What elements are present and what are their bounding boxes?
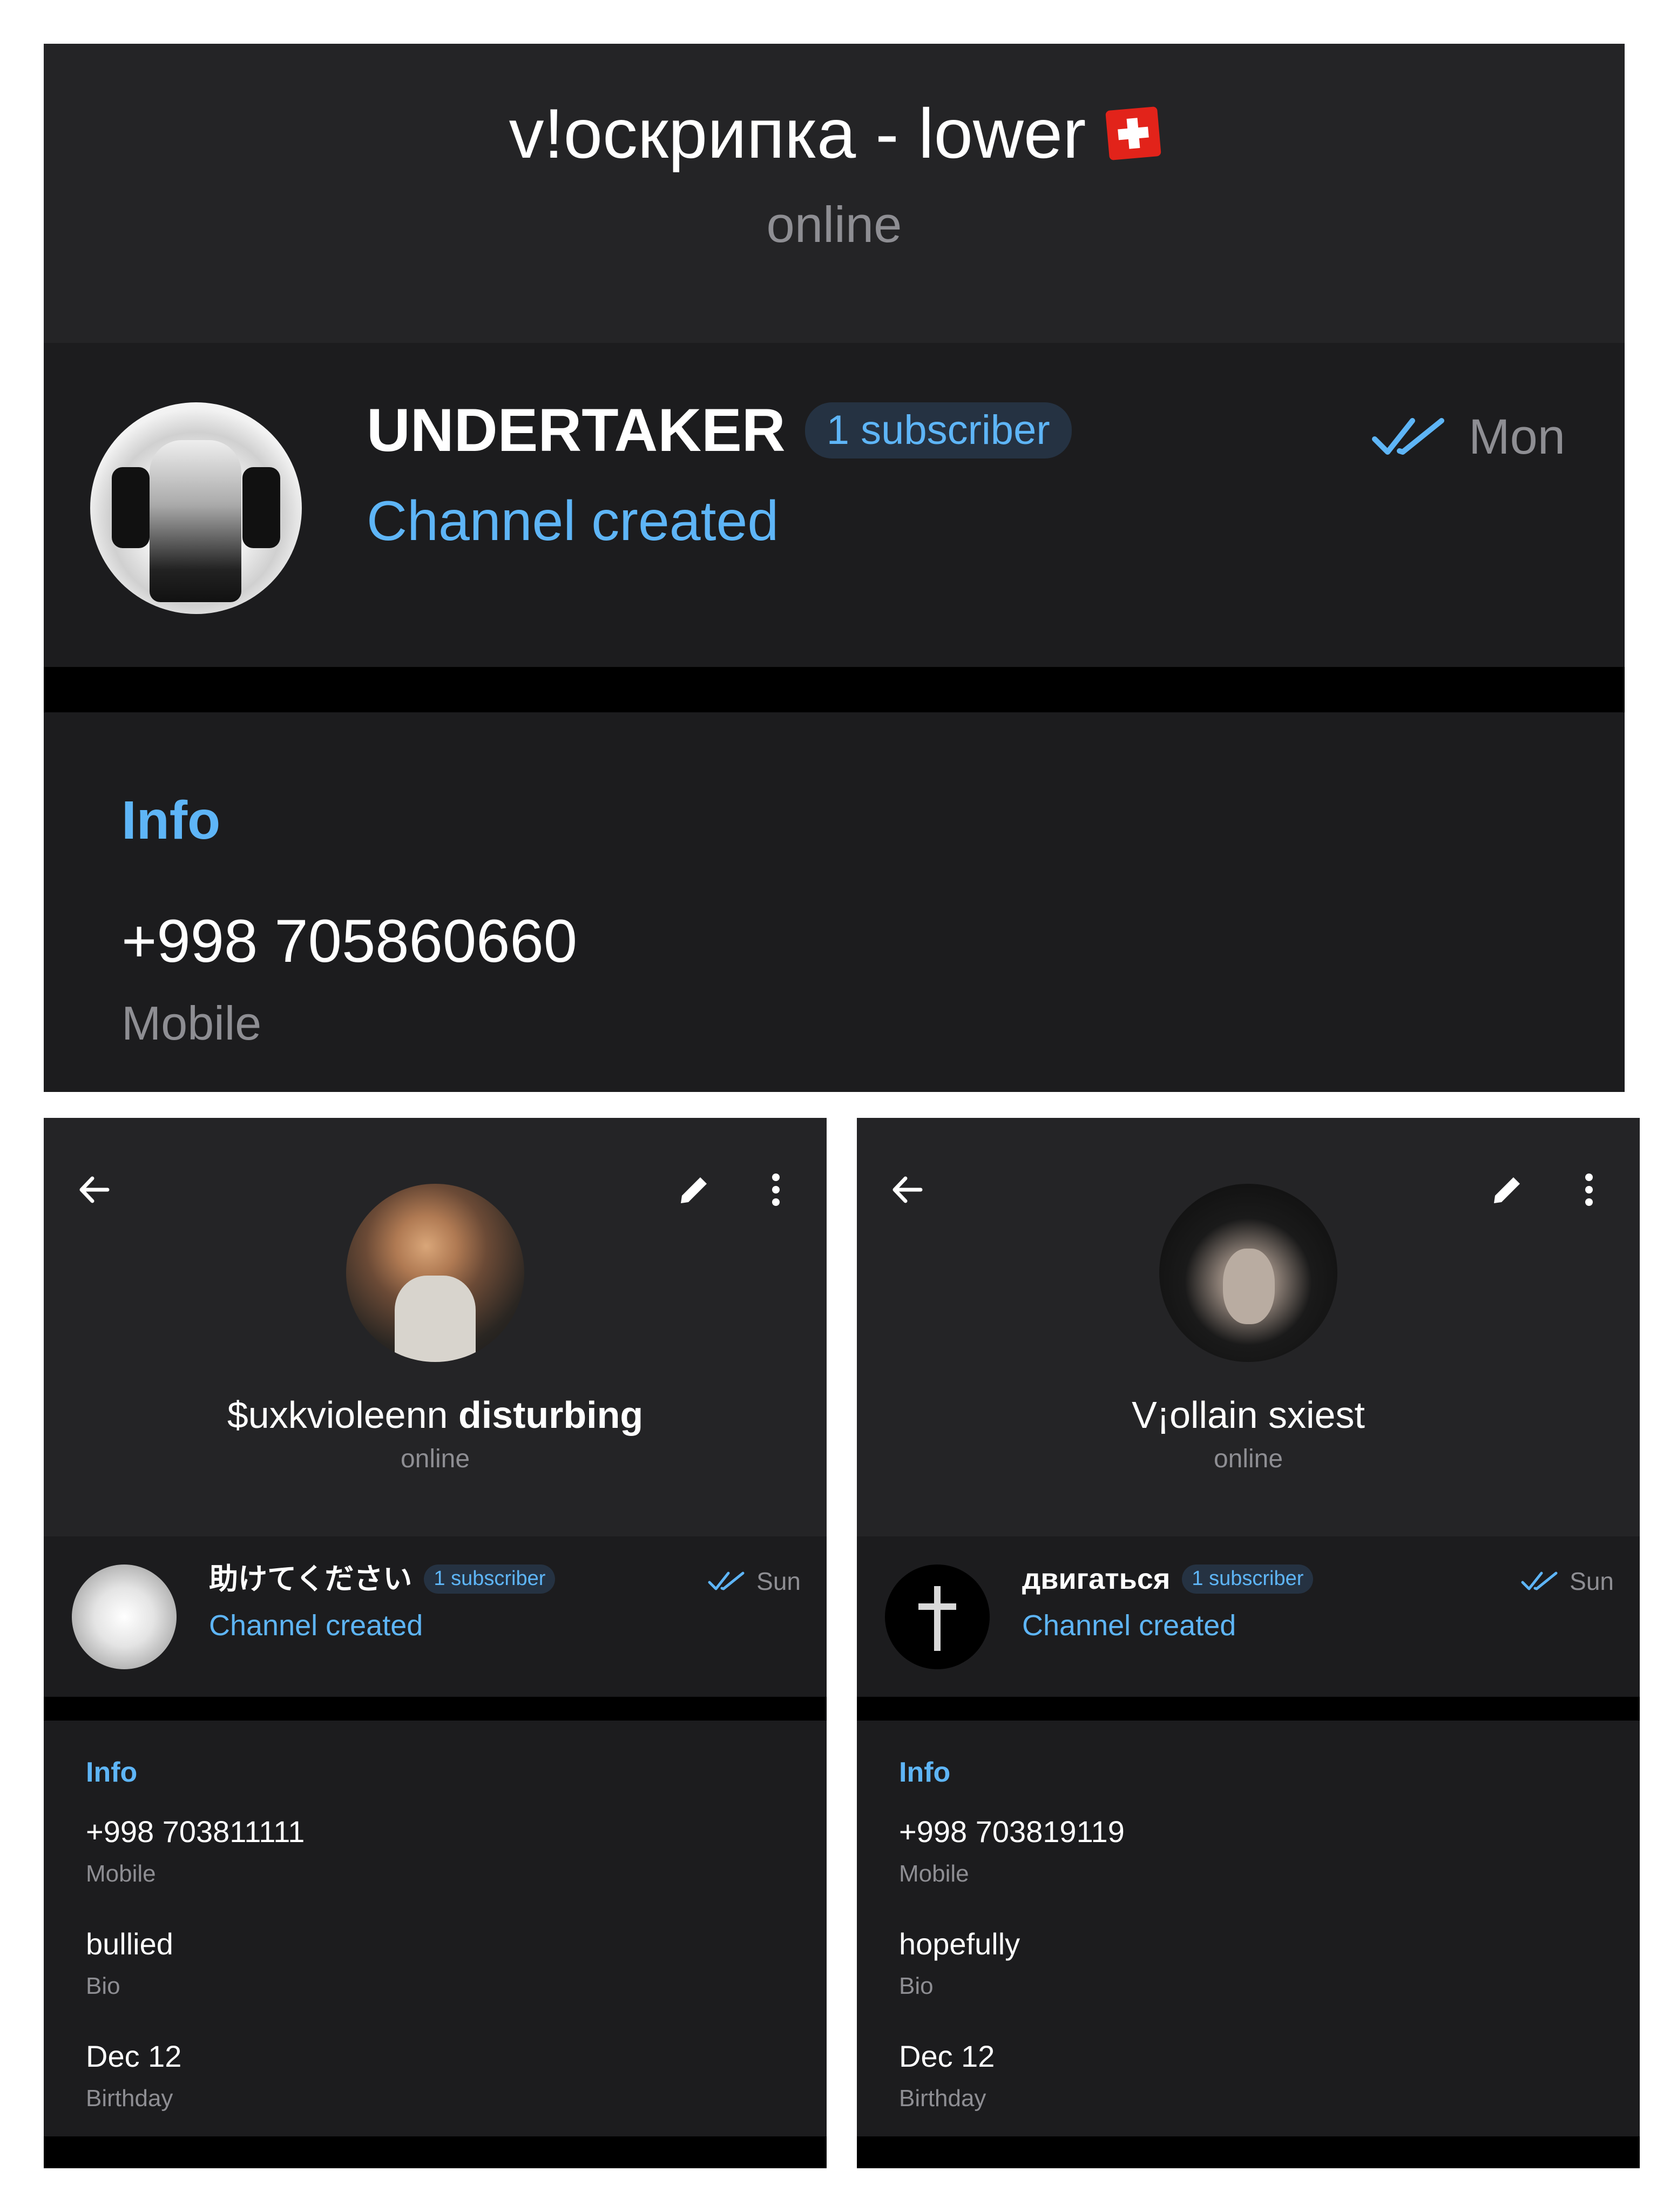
- channel-last-message: Channel created: [1022, 1609, 1236, 1642]
- profile-status: online: [400, 1445, 470, 1473]
- channel-name: двигаться: [1022, 1563, 1171, 1595]
- pencil-icon[interactable]: [1489, 1171, 1526, 1209]
- cross-icon: [918, 1586, 956, 1651]
- info-section: Info +998 703811111 Mobile bullied Bio D…: [44, 1721, 827, 2136]
- channel-meta: Mon: [1371, 412, 1565, 462]
- channel-avatar: [90, 402, 302, 614]
- arrow-left-icon[interactable]: [888, 1171, 926, 1209]
- title-row: v!оскрипка - lower: [44, 96, 1625, 171]
- profile-header: v!оскрипка - lower online: [44, 44, 1625, 343]
- info-section: Info +998 705860660 Mobile: [44, 712, 1625, 1092]
- profile-status: online: [766, 196, 902, 253]
- double-check-icon: [708, 1572, 745, 1590]
- more-vertical-icon[interactable]: [765, 1171, 787, 1209]
- swiss-flag-icon: [1105, 106, 1162, 161]
- birthday-label: Birthday: [86, 2085, 173, 2112]
- phone-number[interactable]: +998 705860660: [121, 911, 577, 972]
- info-title: Info: [899, 1757, 951, 1788]
- phone-label: Mobile: [899, 1860, 969, 1887]
- subscriber-badge: 1 subscriber: [1182, 1564, 1314, 1594]
- section-divider: [857, 2136, 1640, 2168]
- profile-header: $uxkvioleenn disturbing online: [44, 1118, 827, 1536]
- channel-meta: Sun: [708, 1569, 801, 1594]
- channel-name-row: UNDERTAKER 1 subscriber: [367, 400, 1072, 461]
- birthday-value: Dec 12: [899, 2039, 995, 2073]
- subscriber-badge: 1 subscriber: [424, 1564, 556, 1594]
- channel-time: Sun: [1570, 1567, 1614, 1595]
- personal-channel-row[interactable]: 助けてください 1 subscriber Channel created Sun: [44, 1536, 827, 1697]
- profile-avatar[interactable]: [1159, 1184, 1337, 1362]
- profile-panel-top: v!оскрипка - lower online UNDERTAKER 1 s…: [44, 44, 1625, 1092]
- info-title: Info: [121, 790, 221, 851]
- profile-panel-right: V¡ollain sxiest online двигаться 1 subsc…: [857, 1118, 1640, 2168]
- subscriber-badge: 1 subscriber: [804, 402, 1072, 458]
- profile-name-bold: disturbing: [458, 1394, 644, 1436]
- phone-label: Mobile: [86, 1860, 156, 1887]
- channel-meta: Sun: [1521, 1569, 1614, 1594]
- channel-name-row: двигаться 1 subscriber: [1022, 1563, 1314, 1595]
- bio-label: Bio: [86, 1973, 120, 1999]
- info-title: Info: [86, 1757, 138, 1788]
- channel-avatar: [885, 1564, 990, 1669]
- channel-last-message: Channel created: [367, 490, 779, 552]
- birthday-label: Birthday: [899, 2085, 986, 2112]
- arrow-left-icon[interactable]: [75, 1171, 113, 1209]
- profile-header: V¡ollain sxiest online: [857, 1118, 1640, 1536]
- profile-title: v!оскрипка - lower: [509, 94, 1086, 173]
- profile-name: $uxkvioleenn disturbing: [44, 1394, 827, 1436]
- channel-name: 助けてください: [209, 1563, 413, 1595]
- profile-status: online: [1213, 1445, 1283, 1473]
- more-vertical-icon[interactable]: [1578, 1171, 1600, 1209]
- channel-last-message: Channel created: [209, 1609, 423, 1642]
- bio-value: hopefully: [899, 1927, 1020, 1961]
- double-check-icon: [1372, 418, 1445, 455]
- section-divider: [857, 1697, 1640, 1721]
- profile-avatar[interactable]: [346, 1184, 524, 1362]
- info-section: Info +998 703819119 Mobile hopefully Bio…: [857, 1721, 1640, 2136]
- channel-name: UNDERTAKER: [367, 396, 786, 464]
- channel-name-row: 助けてください 1 subscriber: [209, 1563, 556, 1595]
- profile-panel-left: $uxkvioleenn disturbing online 助けてください 1…: [44, 1118, 827, 2168]
- bio-value: bullied: [86, 1927, 173, 1961]
- double-check-icon: [1521, 1572, 1558, 1590]
- section-divider: [44, 2136, 827, 2168]
- bio-label: Bio: [899, 1973, 934, 1999]
- personal-channel-row[interactable]: UNDERTAKER 1 subscriber Channel created …: [44, 343, 1625, 667]
- channel-time: Mon: [1469, 409, 1565, 464]
- section-divider: [44, 667, 1625, 712]
- birthday-value: Dec 12: [86, 2039, 182, 2073]
- profile-name: V¡ollain sxiest: [1132, 1394, 1365, 1436]
- channel-avatar: [72, 1564, 177, 1669]
- channel-time: Sun: [756, 1567, 801, 1595]
- phone-number[interactable]: +998 703819119: [899, 1817, 1125, 1847]
- profile-name-part: $uxkvioleenn: [227, 1394, 448, 1436]
- pencil-icon[interactable]: [675, 1171, 713, 1209]
- phone-number[interactable]: +998 703811111: [86, 1817, 305, 1847]
- phone-label: Mobile: [121, 996, 262, 1050]
- section-divider: [44, 1697, 827, 1721]
- personal-channel-row[interactable]: двигаться 1 subscriber Channel created S…: [857, 1536, 1640, 1697]
